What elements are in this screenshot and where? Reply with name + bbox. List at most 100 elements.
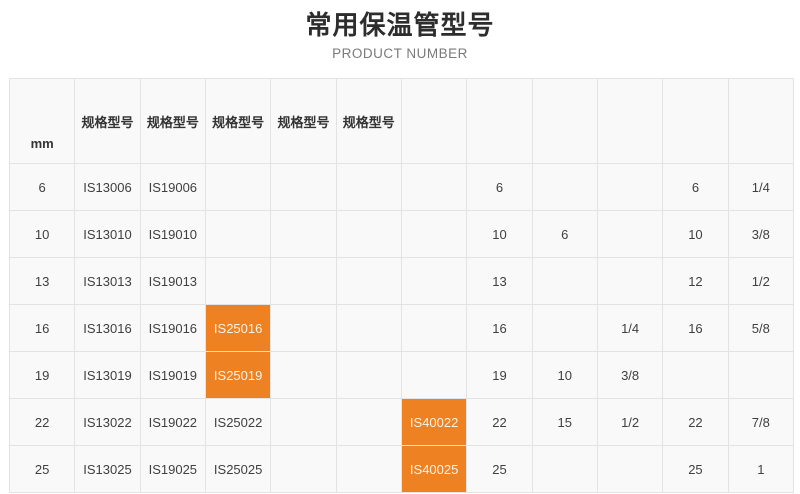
empty-cell (401, 258, 466, 305)
empty-cell (663, 352, 728, 399)
size-mm-cell: 22 (10, 399, 75, 446)
value-cell: 15 (532, 399, 597, 446)
empty-cell (401, 211, 466, 258)
value-cell: 16 (663, 305, 728, 352)
col-header-empty (597, 79, 662, 164)
value-cell: 1/4 (597, 305, 662, 352)
empty-cell (597, 446, 662, 493)
col-header-spec: 规格型号 (205, 79, 270, 164)
empty-cell (271, 258, 336, 305)
empty-cell (271, 352, 336, 399)
size-mm-cell: 25 (10, 446, 75, 493)
empty-cell (532, 258, 597, 305)
model-number-cell: IS19006 (140, 164, 205, 211)
value-cell: 1/2 (728, 258, 793, 305)
value-cell: 7/8 (728, 399, 793, 446)
model-number-cell: IS25022 (205, 399, 270, 446)
table-row: 6IS13006IS19006661/4 (10, 164, 794, 211)
empty-cell (597, 211, 662, 258)
empty-cell (401, 305, 466, 352)
value-cell: 6 (663, 164, 728, 211)
value-cell: 25 (663, 446, 728, 493)
empty-cell (336, 399, 401, 446)
value-cell: 22 (663, 399, 728, 446)
page-title: 常用保温管型号 (0, 0, 800, 41)
product-table: mm规格型号规格型号规格型号规格型号规格型号 6IS13006IS1900666… (9, 78, 794, 493)
value-cell: 6 (467, 164, 532, 211)
value-cell: 1/4 (728, 164, 793, 211)
value-cell: 5/8 (728, 305, 793, 352)
table-row: 13IS13013IS1901313121/2 (10, 258, 794, 305)
empty-cell (205, 164, 270, 211)
value-cell: 22 (467, 399, 532, 446)
col-header-mm: mm (10, 79, 75, 164)
empty-cell (336, 446, 401, 493)
model-number-cell: IS19016 (140, 305, 205, 352)
col-header-empty (663, 79, 728, 164)
empty-cell (532, 305, 597, 352)
value-cell: 19 (467, 352, 532, 399)
table-body: 6IS13006IS19006661/410IS13010IS190101061… (10, 164, 794, 493)
header-row: mm规格型号规格型号规格型号规格型号规格型号 (10, 79, 794, 164)
empty-cell (401, 352, 466, 399)
col-header-empty (728, 79, 793, 164)
empty-cell (271, 211, 336, 258)
empty-cell (401, 164, 466, 211)
table-row: 25IS13025IS19025IS25025IS4002525251 (10, 446, 794, 493)
size-mm-cell: 13 (10, 258, 75, 305)
model-number-cell: IS19010 (140, 211, 205, 258)
value-cell: 10 (532, 352, 597, 399)
value-cell: 6 (532, 211, 597, 258)
model-number-cell: IS13019 (75, 352, 140, 399)
empty-cell (205, 258, 270, 305)
empty-cell (336, 258, 401, 305)
empty-cell (597, 258, 662, 305)
model-number-cell: IS13025 (75, 446, 140, 493)
empty-cell (271, 446, 336, 493)
table-head: mm规格型号规格型号规格型号规格型号规格型号 (10, 79, 794, 164)
empty-cell (336, 164, 401, 211)
table-row: 16IS13016IS19016IS25016161/4165/8 (10, 305, 794, 352)
empty-cell (271, 399, 336, 446)
value-cell: 25 (467, 446, 532, 493)
model-number-cell: IS13010 (75, 211, 140, 258)
col-header-spec: 规格型号 (336, 79, 401, 164)
size-mm-cell: 16 (10, 305, 75, 352)
value-cell: 16 (467, 305, 532, 352)
value-cell: 10 (467, 211, 532, 258)
value-cell: 10 (663, 211, 728, 258)
size-mm-cell: 10 (10, 211, 75, 258)
model-number-cell: IS19013 (140, 258, 205, 305)
value-cell: 3/8 (728, 211, 793, 258)
value-cell: 1 (728, 446, 793, 493)
model-number-cell: IS40025 (401, 446, 466, 493)
empty-cell (336, 305, 401, 352)
model-number-cell: IS25025 (205, 446, 270, 493)
table-row: 22IS13022IS19022IS25022IS4002222151/2227… (10, 399, 794, 446)
page: 常用保温管型号 PRODUCT NUMBER mm规格型号规格型号规格型号规格型… (0, 0, 800, 494)
model-number-cell: IS25016 (205, 305, 270, 352)
empty-cell (271, 305, 336, 352)
value-cell: 13 (467, 258, 532, 305)
size-mm-cell: 6 (10, 164, 75, 211)
table-row: 19IS13019IS19019IS2501919103/8 (10, 352, 794, 399)
value-cell: 3/8 (597, 352, 662, 399)
model-number-cell: IS13013 (75, 258, 140, 305)
model-number-cell: IS13016 (75, 305, 140, 352)
empty-cell (336, 211, 401, 258)
col-header-spec: 规格型号 (75, 79, 140, 164)
col-header-empty (467, 79, 532, 164)
empty-cell (532, 164, 597, 211)
empty-cell (336, 352, 401, 399)
size-mm-cell: 19 (10, 352, 75, 399)
page-subtitle: PRODUCT NUMBER (0, 41, 800, 61)
model-number-cell: IS40022 (401, 399, 466, 446)
empty-cell (728, 352, 793, 399)
value-cell: 12 (663, 258, 728, 305)
col-header-spec: 规格型号 (140, 79, 205, 164)
empty-cell (597, 164, 662, 211)
model-number-cell: IS19025 (140, 446, 205, 493)
table-row: 10IS13010IS19010106103/8 (10, 211, 794, 258)
col-header-empty (401, 79, 466, 164)
value-cell: 1/2 (597, 399, 662, 446)
